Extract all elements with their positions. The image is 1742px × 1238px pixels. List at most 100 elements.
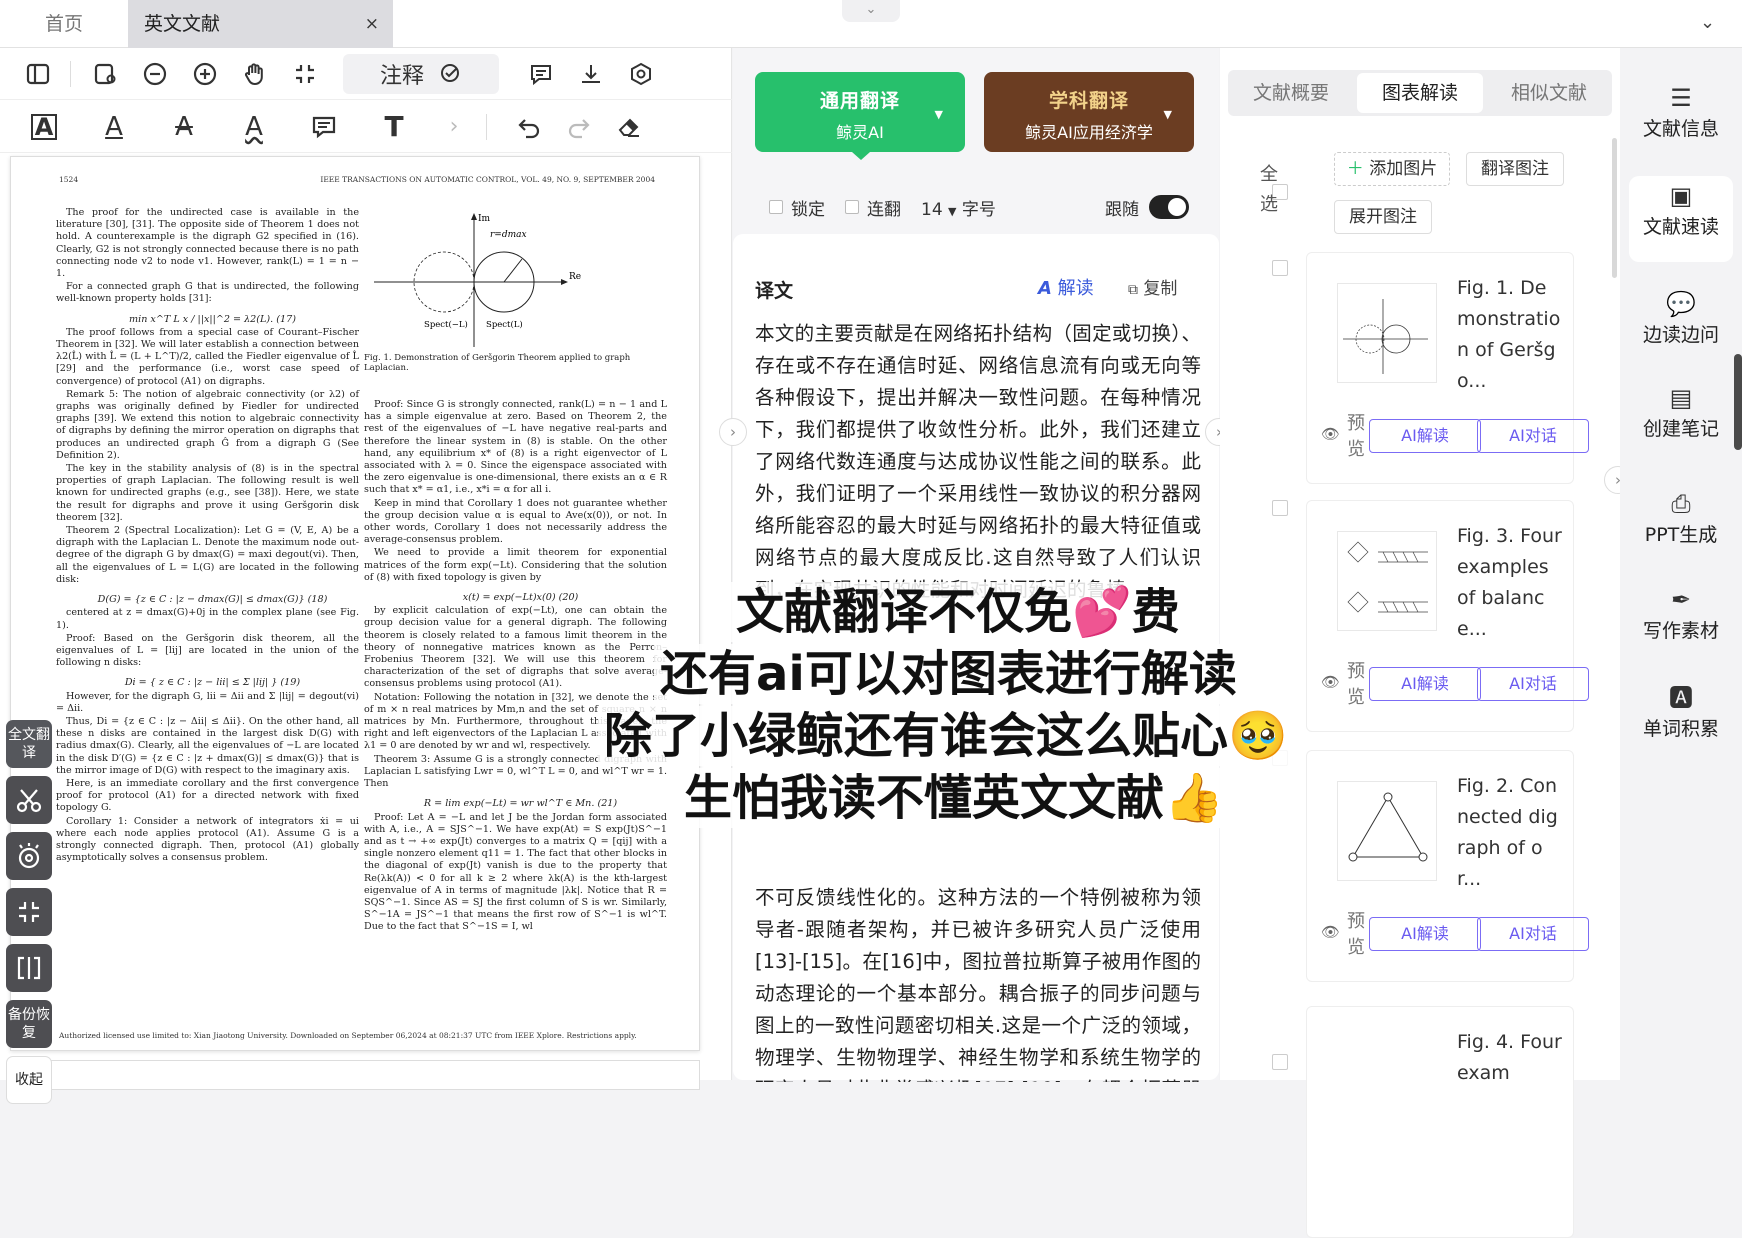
tab-home[interactable]: 首页	[0, 0, 128, 48]
paragraph: We need to provide a limit theorem for e…	[364, 547, 667, 583]
lock-checkbox[interactable]	[769, 200, 783, 214]
fullscreen-icon[interactable]	[281, 50, 329, 98]
strikethrough-icon[interactable]: A	[160, 103, 208, 151]
add-image-button[interactable]: ＋ 添加图片	[1334, 152, 1450, 186]
paragraph: The proof for the undirected case is ava…	[56, 207, 359, 280]
ai-interpret-button[interactable]: AI解读	[1369, 667, 1481, 701]
translate-caption-button[interactable]: 翻译图注	[1466, 152, 1564, 186]
figure-checkbox[interactable]	[1272, 500, 1288, 516]
tab-english-paper[interactable]: 英文文献 ×	[128, 0, 393, 48]
feather-icon: ✒	[1670, 586, 1692, 614]
chevron-down-icon[interactable]: ⌄	[842, 0, 900, 22]
eye-icon[interactable]: 👁	[1321, 425, 1340, 443]
page-number: 1524	[59, 175, 79, 184]
zoom-out-icon[interactable]	[131, 50, 179, 98]
undo-icon[interactable]	[505, 103, 553, 151]
close-icon[interactable]: ×	[365, 0, 379, 48]
window-chevron-down-icon[interactable]: ⌄	[1700, 12, 1715, 33]
divider	[486, 113, 487, 140]
translation-title: 译文	[755, 280, 794, 302]
tab-summary[interactable]: 文献概要	[1228, 70, 1354, 116]
note-icon[interactable]	[300, 103, 348, 151]
nav-label: 写作素材	[1642, 620, 1719, 642]
expand-icon[interactable]	[6, 888, 52, 936]
nav-writing-material[interactable]: ✒ 写作素材	[1629, 580, 1733, 660]
copy-button[interactable]: ⧉ 复制	[1128, 274, 1177, 299]
nav-read-ask[interactable]: 💬 边读边问	[1629, 284, 1733, 364]
caret-down-icon: ▼	[934, 108, 943, 121]
page-view-icon[interactable]	[81, 50, 129, 98]
collapse-button[interactable]: 收起	[6, 1056, 52, 1104]
redo-icon[interactable]	[555, 103, 603, 151]
paragraph: Remark 5: The notion of algebraic connec…	[56, 388, 359, 461]
caret-down-icon: ▼	[948, 204, 957, 218]
nav-label: 文献速读	[1642, 216, 1719, 238]
preview-label[interactable]: 预览	[1347, 411, 1369, 463]
translate-options: 锁定 连翻 14 ▼ 字号 跟随	[769, 192, 1189, 222]
nav-speed-read[interactable]: ▣ 文献速读	[1629, 176, 1733, 262]
zoom-in-icon[interactable]	[181, 50, 229, 98]
font-size-select[interactable]: 14 ▼ 字号	[921, 195, 996, 220]
overlay-line-3: 除了小绿鲸还有谁会这么贴心🥹	[598, 706, 1294, 766]
continuous-checkbox[interactable]	[845, 200, 859, 214]
preview-label[interactable]: 预览	[1347, 909, 1369, 961]
subject-translate-button[interactable]: 学科翻译 鲸灵AI应用经济学 ▼	[984, 72, 1194, 152]
preview-label[interactable]: 预览	[1347, 659, 1369, 711]
eraser-icon[interactable]	[605, 103, 653, 151]
paragraph: Thus, Di = {z ∈ C : |z − Δii| ≤ Δii}. On…	[56, 715, 359, 776]
ai-interpret-button[interactable]: AI解读	[1369, 917, 1481, 951]
figure-card[interactable]: Fig. 4. Four exam	[1306, 1006, 1574, 1238]
scissors-icon[interactable]	[6, 776, 52, 824]
figure-checkbox[interactable]	[1272, 260, 1288, 276]
general-translate-engine: 鲸灵AI	[836, 123, 884, 142]
nav-paper-info[interactable]: ☰ 文献信息	[1629, 78, 1733, 158]
eye-icon[interactable]: 👁	[1321, 923, 1340, 941]
annotate-dropdown[interactable]: 注释	[343, 53, 499, 94]
backup-restore-button[interactable]: 备份恢复	[6, 1000, 52, 1048]
scrollbar[interactable]	[1612, 138, 1617, 278]
hand-tool-icon[interactable]	[231, 50, 279, 98]
paragraph: Keep in mind that Corollary 1 does not g…	[364, 497, 667, 546]
nav-vocabulary[interactable]: 🅰 单词积累	[1629, 678, 1733, 758]
wavy-underline-icon[interactable]: A	[230, 103, 278, 151]
ai-chat-button[interactable]: AI对话	[1477, 419, 1589, 453]
sidebar-toggle-icon[interactable]	[14, 50, 62, 98]
eye-protect-icon[interactable]	[6, 832, 52, 880]
full-translate-button[interactable]: 全文翻译	[6, 720, 52, 768]
figure-card[interactable]: Fig. 1. Demonstration of Geršgo... 👁 预览 …	[1306, 252, 1589, 484]
chevron-right-icon[interactable]: ›	[430, 103, 478, 151]
text-tool-icon[interactable]: T	[370, 103, 418, 151]
subject-translate-engine: 鲸灵AI应用经济学	[1025, 123, 1153, 142]
tab-similar[interactable]: 相似文献	[1486, 70, 1612, 116]
ai-interpret-button[interactable]: AI解读	[1369, 419, 1481, 453]
expand-caption-button[interactable]: 展开图注	[1334, 200, 1432, 234]
general-translate-title: 通用翻译	[819, 90, 900, 112]
chevron-right-icon[interactable]: ›	[719, 418, 747, 446]
ai-chat-button[interactable]: AI对话	[1477, 667, 1589, 701]
translation-panel: 通用翻译 鲸灵AI ▼ 学科翻译 鲸灵AI应用经济学 ▼ 锁定 连翻 14 ▼ …	[719, 48, 1233, 1082]
comment-icon[interactable]	[517, 50, 565, 98]
figure-title: Fig. 3. Four examples of balance...	[1457, 525, 1562, 640]
overlay-line-2: 还有ai可以对图表进行解读	[654, 644, 1243, 704]
follow-toggle[interactable]	[1149, 195, 1189, 219]
spect-neg-label: Spect(−L)	[424, 319, 468, 330]
download-icon[interactable]	[567, 50, 615, 98]
ai-chat-button[interactable]: AI对话	[1477, 917, 1589, 951]
settings-icon[interactable]	[617, 50, 665, 98]
scrollbar[interactable]	[1734, 354, 1742, 450]
split-view-icon[interactable]	[6, 944, 52, 992]
paragraph: For a connected graph G that is undirect…	[56, 281, 359, 305]
underline-icon[interactable]: A	[90, 103, 138, 151]
equation: Di = { z ∈ C : |z − lii| ≤ Σ |lij| } (19…	[124, 677, 301, 689]
pdf-page-next[interactable]	[10, 1060, 700, 1090]
nav-create-note[interactable]: ▤ 创建笔记	[1629, 378, 1733, 458]
general-translate-button[interactable]: 通用翻译 鲸灵AI ▼	[755, 72, 965, 160]
text-box-icon[interactable]: A	[20, 103, 68, 151]
ppt-icon: ⎙	[1671, 490, 1691, 518]
nav-ppt[interactable]: ⎙ PPT生成	[1629, 484, 1733, 564]
interpret-button[interactable]: A 解读	[1038, 274, 1094, 300]
tab-figure-interpret[interactable]: 图表解读	[1357, 73, 1483, 113]
figure-checkbox[interactable]	[1272, 1054, 1288, 1070]
list-icon: ☰	[1670, 84, 1692, 112]
figure-title: Fig. 2. Connected digraph of or...	[1457, 775, 1558, 890]
